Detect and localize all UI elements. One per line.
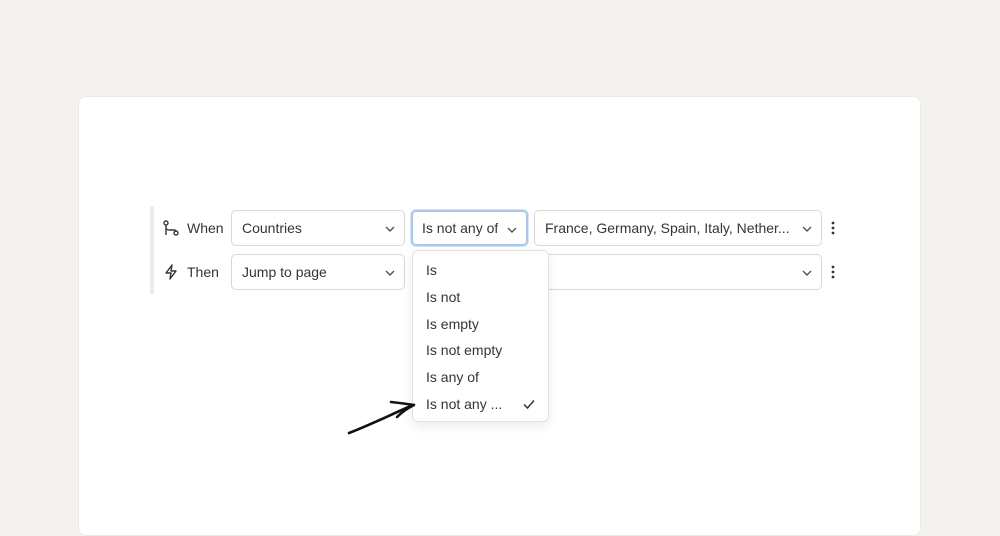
- dropdown-option-selected[interactable]: Is not any ...: [413, 391, 548, 417]
- field-select[interactable]: Countries: [231, 210, 405, 246]
- action-select[interactable]: Jump to page: [231, 254, 405, 290]
- when-label: When: [187, 220, 224, 236]
- chevron-down-icon: [507, 227, 517, 233]
- lightning-icon: [165, 264, 177, 280]
- more-options-icon[interactable]: [830, 220, 836, 236]
- values-select-value: France, Germany, Spain, Italy, Nether...: [545, 220, 790, 236]
- branch-icon: [163, 220, 179, 236]
- when-row: When Countries Is not any of France, Ger…: [150, 210, 850, 246]
- dropdown-option-label: Is empty: [426, 316, 479, 332]
- values-select[interactable]: France, Germany, Spain, Italy, Nether...: [534, 210, 822, 246]
- dropdown-option-label: Is not empty: [426, 342, 503, 358]
- more-options-icon[interactable]: [830, 264, 836, 280]
- check-icon: [523, 400, 535, 410]
- dropdown-option[interactable]: Is any of: [413, 364, 548, 390]
- chevron-down-icon: [385, 270, 395, 276]
- dropdown-option[interactable]: Is empty: [413, 311, 548, 337]
- chevron-down-icon: [802, 270, 812, 276]
- dropdown-option-label: Is: [426, 262, 437, 278]
- dropdown-option-label: Is not any ...: [426, 396, 503, 412]
- dropdown-option-label: Is any of: [426, 369, 479, 385]
- page-target-select[interactable]: [534, 254, 822, 290]
- annotation-arrow-icon: [347, 400, 416, 435]
- then-label: Then: [187, 264, 219, 280]
- dropdown-option-label: Is not: [426, 289, 461, 305]
- dropdown-option[interactable]: Is not: [413, 284, 548, 310]
- chevron-down-icon: [385, 226, 395, 232]
- operator-select[interactable]: Is not any of: [411, 210, 528, 246]
- chevron-down-icon: [802, 226, 812, 232]
- operator-select-value: Is not any of: [422, 220, 499, 236]
- action-select-value: Jump to page: [242, 264, 327, 280]
- dropdown-option[interactable]: Is: [413, 257, 548, 283]
- dropdown-option[interactable]: Is not empty: [413, 337, 548, 363]
- operator-dropdown-menu: Is Is not Is empty Is not empty Is any o…: [412, 250, 549, 422]
- field-select-value: Countries: [242, 220, 302, 236]
